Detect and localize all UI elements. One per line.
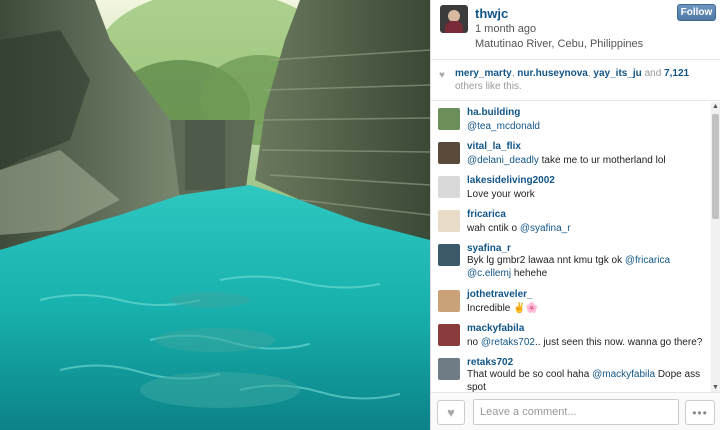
mention-link[interactable]: @fricarica xyxy=(625,255,670,266)
comment-input[interactable] xyxy=(473,399,679,425)
post-header: thwjc 1 month ago Matutinao River, Cebu,… xyxy=(431,0,720,60)
comment-footer: ♥ ••• xyxy=(431,392,720,430)
comment-item: fricarica wah cntik o @syafina_r xyxy=(431,204,711,238)
liker-link[interactable]: yay_its_ju xyxy=(593,68,641,79)
comment-text: @delani_deadly take me to ur motherland … xyxy=(467,155,666,166)
comment-text: Incredible ✌🌸 xyxy=(467,303,539,314)
commenter-username[interactable]: mackyfabila xyxy=(467,323,524,334)
comments-list: ha.building @tea_mcdonald vital_la_flix … xyxy=(431,102,711,392)
mention-link[interactable]: @syafina_r xyxy=(520,223,571,234)
commenter-username[interactable]: syafina_r xyxy=(467,243,511,254)
commenter-avatar[interactable] xyxy=(438,142,460,164)
comment-item: ha.building @tea_mcdonald xyxy=(431,102,711,136)
commenter-avatar[interactable] xyxy=(438,176,460,198)
commenter-username[interactable]: lakesideliving2002 xyxy=(467,175,555,186)
commenter-username[interactable]: fricarica xyxy=(467,209,506,220)
heart-icon: ♥ xyxy=(447,405,455,420)
comment-item: jothetraveler_ Incredible ✌🌸 xyxy=(431,284,711,318)
post-side-panel: thwjc 1 month ago Matutinao River, Cebu,… xyxy=(430,0,720,430)
mention-link[interactable]: @delani_deadly xyxy=(467,155,539,166)
scroll-down-icon[interactable]: ▼ xyxy=(712,384,719,391)
comment-item: lakesideliving2002 Love your work xyxy=(431,170,711,204)
commenter-avatar[interactable] xyxy=(438,108,460,130)
comment-item: mackyfabila no @retaks702.. just seen th… xyxy=(431,318,711,352)
commenter-username[interactable]: jothetraveler_ xyxy=(467,289,533,300)
heart-icon: ♥ xyxy=(439,70,445,81)
mention-link[interactable]: @retaks702 xyxy=(481,337,535,348)
post-timestamp[interactable]: 1 month ago xyxy=(475,23,536,35)
comment-item: syafina_r Byk lg gmbr2 lawaa nnt kmu tgk… xyxy=(431,238,711,284)
more-options-button[interactable]: ••• xyxy=(685,400,715,425)
comments-scrollbar[interactable]: ▲ ▼ xyxy=(711,102,720,392)
liker-link[interactable]: nur.huseynova xyxy=(517,68,588,79)
comment-item: vital_la_flix @delani_deadly take me to … xyxy=(431,136,711,170)
comment-text: Byk lg gmbr2 lawaa nnt kmu tgk ok @frica… xyxy=(467,255,671,279)
scrollbar-thumb[interactable] xyxy=(712,114,719,219)
post-location[interactable]: Matutinao River, Cebu, Philippines xyxy=(475,38,643,50)
commenter-username[interactable]: ha.building xyxy=(467,107,520,118)
commenter-avatar[interactable] xyxy=(438,210,460,232)
scroll-up-icon[interactable]: ▲ xyxy=(712,103,719,110)
mention-link[interactable]: @c.ellemj xyxy=(467,268,511,279)
likes-summary: ♥ mery_marty, nur.huseynova, yay_its_ju … xyxy=(431,61,720,101)
commenter-avatar[interactable] xyxy=(438,290,460,312)
author-username[interactable]: thwjc xyxy=(475,6,508,21)
like-button[interactable]: ♥ xyxy=(437,400,465,425)
follow-button[interactable]: Follow xyxy=(677,4,716,21)
comment-text: Love your work xyxy=(467,189,535,200)
mention-link[interactable]: @mackyfabila xyxy=(592,369,655,380)
comment-text: no @retaks702.. just seen this now. wann… xyxy=(467,337,703,348)
comment-text: That would be so cool haha @mackyfabila … xyxy=(467,369,701,392)
comment-item: retaks702 That would be so cool haha @ma… xyxy=(431,352,711,392)
commenter-username[interactable]: retaks702 xyxy=(467,357,513,368)
likes-count[interactable]: 7,121 xyxy=(664,68,689,79)
commenter-avatar[interactable] xyxy=(438,244,460,266)
liker-link[interactable]: mery_marty xyxy=(455,68,512,79)
commenter-username[interactable]: vital_la_flix xyxy=(467,141,521,152)
comment-text: wah cntik o @syafina_r xyxy=(467,223,571,234)
comment-text: @tea_mcdonald xyxy=(467,121,540,132)
mention-link[interactable]: @tea_mcdonald xyxy=(467,121,540,132)
avatar-body xyxy=(445,21,463,33)
river-canyon-image xyxy=(0,0,430,430)
author-avatar[interactable] xyxy=(440,5,468,33)
commenter-avatar[interactable] xyxy=(438,358,460,380)
commenter-avatar[interactable] xyxy=(438,324,460,346)
post-photo[interactable] xyxy=(0,0,430,430)
